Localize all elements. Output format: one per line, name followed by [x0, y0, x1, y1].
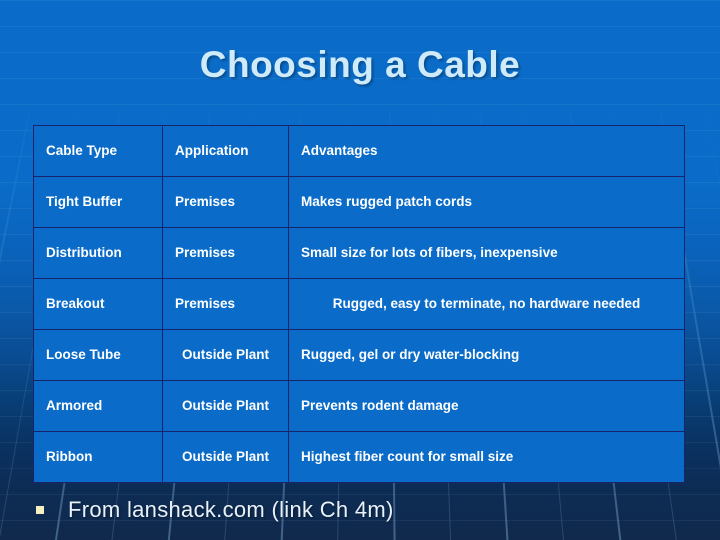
table-row: Tight Buffer Premises Makes rugged patch… — [33, 176, 685, 228]
source-bullet-line: From lanshack.com (link Ch 4m) — [36, 497, 394, 523]
table-row: Distribution Premises Small size for lot… — [33, 227, 685, 279]
cell-cable-type: Breakout — [33, 278, 163, 330]
column-header-cable-type: Cable Type — [33, 125, 163, 177]
table-row: Loose Tube Outside Plant Rugged, gel or … — [33, 329, 685, 381]
column-header-advantages: Advantages — [288, 125, 685, 177]
cell-advantages: Rugged, easy to terminate, no hardware n… — [288, 278, 685, 330]
cell-advantages: Highest fiber count for small size — [288, 431, 685, 483]
cell-advantages: Small size for lots of fibers, inexpensi… — [288, 227, 685, 279]
table-row: Armored Outside Plant Prevents rodent da… — [33, 380, 685, 432]
cell-advantages: Rugged, gel or dry water-blocking — [288, 329, 685, 381]
table-header-row: Cable Type Application Advantages — [33, 125, 685, 177]
cell-application: Outside Plant — [162, 329, 289, 381]
cell-cable-type: Distribution — [33, 227, 163, 279]
cable-comparison-table: Cable Type Application Advantages Tight … — [33, 125, 685, 483]
source-attribution-text: From lanshack.com (link Ch 4m) — [68, 497, 394, 522]
cell-cable-type: Loose Tube — [33, 329, 163, 381]
cell-cable-type: Ribbon — [33, 431, 163, 483]
page-title: Choosing a Cable — [199, 44, 521, 85]
slide-canvas: Choosing a Cable Cable Type Application … — [0, 0, 720, 540]
cell-advantages: Prevents rodent damage — [288, 380, 685, 432]
cell-application: Outside Plant — [162, 380, 289, 432]
cell-application: Premises — [162, 227, 289, 279]
cell-application: Premises — [162, 278, 289, 330]
table-row: Breakout Premises Rugged, easy to termin… — [33, 278, 685, 330]
square-bullet-icon — [36, 506, 44, 514]
cell-cable-type: Armored — [33, 380, 163, 432]
cell-application: Premises — [162, 176, 289, 228]
table-row: Ribbon Outside Plant Highest fiber count… — [33, 431, 685, 483]
cell-application: Outside Plant — [162, 431, 289, 483]
cell-cable-type: Tight Buffer — [33, 176, 163, 228]
column-header-application: Application — [162, 125, 289, 177]
cell-advantages: Makes rugged patch cords — [288, 176, 685, 228]
